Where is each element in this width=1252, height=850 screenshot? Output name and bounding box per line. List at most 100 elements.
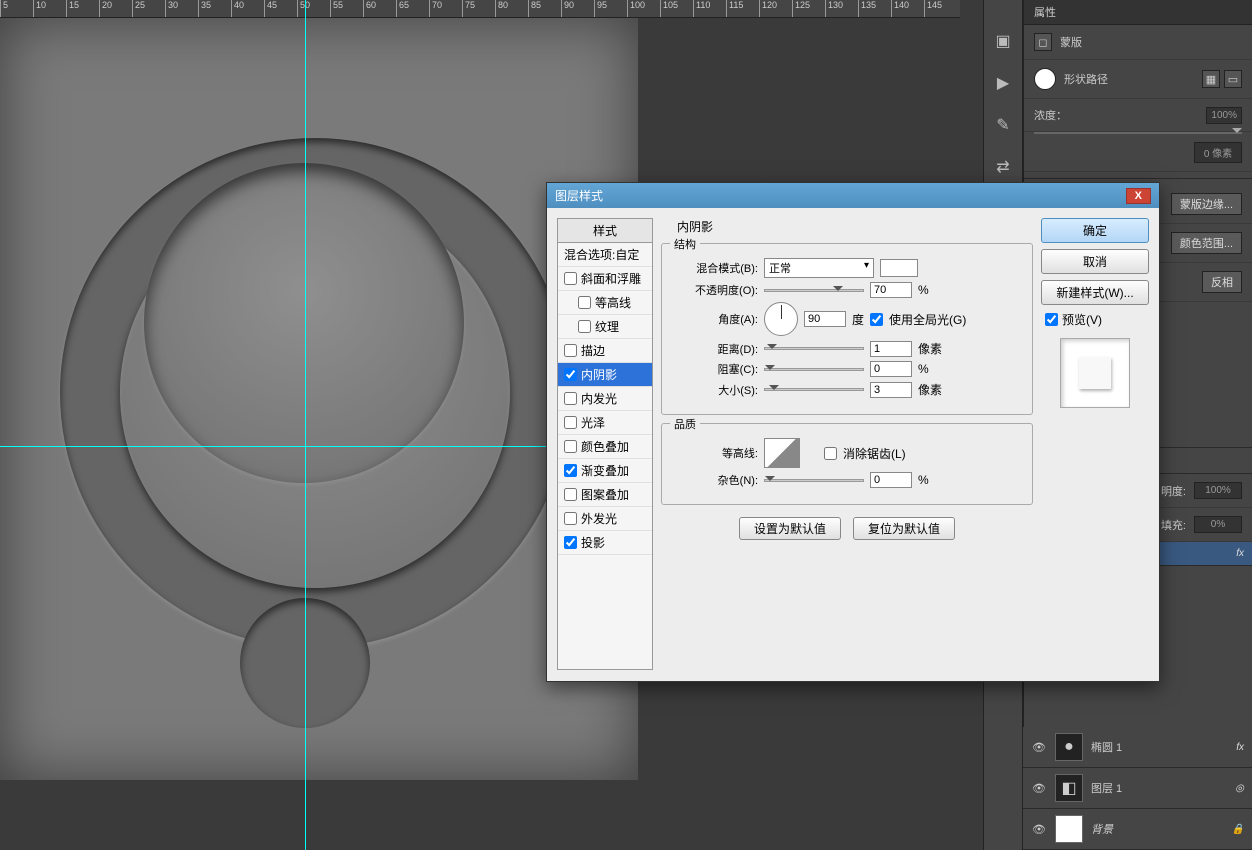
- density-label: 浓度：: [1034, 107, 1067, 123]
- noise-input[interactable]: [870, 472, 912, 488]
- size-slider[interactable]: [764, 388, 864, 391]
- dialog-title-text: 图层样式: [555, 187, 603, 204]
- styles-header[interactable]: 样式: [558, 219, 652, 243]
- density-row: 浓度： 100%: [1024, 99, 1252, 132]
- invert-button[interactable]: 反相: [1202, 271, 1242, 293]
- vector-mask-icon[interactable]: ▭: [1224, 70, 1242, 88]
- stroke-item[interactable]: 描边: [558, 339, 652, 363]
- properties-tab[interactable]: 属性: [1024, 0, 1252, 25]
- visibility-toggle-icon[interactable]: 👁: [1031, 741, 1047, 754]
- density-slider[interactable]: [1034, 132, 1242, 134]
- close-button[interactable]: X: [1126, 188, 1151, 204]
- layer-thumb-bg[interactable]: [1055, 815, 1083, 843]
- brush-icon[interactable]: ✎: [992, 114, 1014, 136]
- contour-item[interactable]: 等高线: [558, 291, 652, 315]
- fx-badge-ellipse[interactable]: fx: [1236, 742, 1244, 753]
- fx-badge[interactable]: fx: [1236, 548, 1244, 559]
- choke-input[interactable]: [870, 361, 912, 377]
- layer-thumb-layer1[interactable]: ◧: [1055, 774, 1083, 802]
- cancel-button[interactable]: 取消: [1041, 249, 1149, 274]
- shape-swatch-icon[interactable]: [1034, 68, 1056, 90]
- fill-label: 填充:: [1161, 517, 1186, 533]
- angle-dial[interactable]: [764, 302, 798, 336]
- play-icon[interactable]: ▶: [992, 72, 1014, 94]
- noise-slider[interactable]: [764, 479, 864, 482]
- distance-input[interactable]: [870, 341, 912, 357]
- canvas-area[interactable]: [0, 18, 638, 780]
- mask-icon[interactable]: ◻: [1034, 33, 1052, 51]
- pattern-overlay-item[interactable]: 图案叠加: [558, 483, 652, 507]
- ok-button[interactable]: 确定: [1041, 218, 1149, 243]
- ruler-tick: 120: [759, 0, 792, 17]
- contour-checkbox[interactable]: [578, 296, 591, 309]
- drop-shadow-checkbox[interactable]: [564, 536, 577, 549]
- new-style-button[interactable]: 新建样式(W)...: [1041, 280, 1149, 305]
- ruler-tick: 110: [693, 0, 726, 17]
- history-icon[interactable]: ▣: [992, 30, 1014, 52]
- pattern-overlay-checkbox[interactable]: [564, 488, 577, 501]
- satin-item[interactable]: 光泽: [558, 411, 652, 435]
- texture-item[interactable]: 纹理: [558, 315, 652, 339]
- ruler-tick: 60: [363, 0, 396, 17]
- blend-mode-select[interactable]: 正常: [764, 258, 874, 278]
- layer-thumb-ellipse[interactable]: ●: [1055, 733, 1083, 761]
- layer-fill-input[interactable]: 0%: [1194, 516, 1242, 533]
- color-overlay-checkbox[interactable]: [564, 440, 577, 453]
- shadow-color-chip[interactable]: [880, 259, 918, 277]
- layer-background[interactable]: 👁 背景 🔒: [1023, 809, 1252, 850]
- gradient-overlay-checkbox[interactable]: [564, 464, 577, 477]
- opacity-label: 不透明度(O):: [672, 282, 758, 298]
- satin-checkbox[interactable]: [564, 416, 577, 429]
- feather-input[interactable]: 0 像素: [1194, 142, 1242, 163]
- layer-opacity-input[interactable]: 100%: [1194, 482, 1242, 499]
- blend-mode-label: 混合模式(B):: [672, 260, 758, 276]
- layer-ellipse[interactable]: 👁 ● 椭圆 1 fx: [1023, 727, 1252, 768]
- gradient-overlay-item[interactable]: 渐变叠加: [558, 459, 652, 483]
- choke-slider[interactable]: [764, 368, 864, 371]
- set-default-button[interactable]: 设置为默认值: [739, 517, 841, 540]
- ruler-tick: 95: [594, 0, 627, 17]
- inner-shadow-item[interactable]: 内阴影: [558, 363, 652, 387]
- bevel-checkbox[interactable]: [564, 272, 577, 285]
- use-global-light-checkbox[interactable]: [870, 313, 883, 326]
- color-overlay-item[interactable]: 颜色叠加: [558, 435, 652, 459]
- texture-checkbox[interactable]: [578, 320, 591, 333]
- inner-glow-checkbox[interactable]: [564, 392, 577, 405]
- distance-slider[interactable]: [764, 347, 864, 350]
- mask-edge-button[interactable]: 蒙版边缘...: [1171, 193, 1242, 215]
- inner-shadow-checkbox[interactable]: [564, 368, 577, 381]
- quality-fieldset: 品质 等高线: 消除锯齿(L) 杂色(N): %: [661, 423, 1033, 505]
- opacity-input[interactable]: [870, 282, 912, 298]
- opacity-slider[interactable]: [764, 289, 864, 292]
- style-list: 样式 混合选项:自定 斜面和浮雕 等高线 纹理 描边 内阴影 内发光 光泽 颜色…: [557, 218, 653, 670]
- preview-checkbox[interactable]: [1045, 313, 1058, 326]
- size-input[interactable]: [870, 382, 912, 398]
- stroke-checkbox[interactable]: [564, 344, 577, 357]
- density-input[interactable]: 100%: [1206, 107, 1242, 124]
- contour-picker[interactable]: [764, 438, 800, 468]
- antialias-checkbox[interactable]: [824, 447, 837, 460]
- visibility-toggle-icon[interactable]: 👁: [1031, 823, 1047, 836]
- vertical-guide[interactable]: [305, 0, 306, 850]
- ruler-tick: 90: [561, 0, 594, 17]
- color-range-button[interactable]: 颜色范围...: [1171, 232, 1242, 254]
- drop-shadow-item[interactable]: 投影: [558, 531, 652, 555]
- ruler-tick: 65: [396, 0, 429, 17]
- section-title: 内阴影: [661, 218, 1033, 235]
- ruler-tick: 55: [330, 0, 363, 17]
- angle-label: 角度(A):: [672, 311, 758, 327]
- reset-default-button[interactable]: 复位为默认值: [853, 517, 955, 540]
- swap-icon[interactable]: ⇄: [992, 156, 1014, 178]
- visibility-toggle-icon[interactable]: 👁: [1031, 782, 1047, 795]
- blend-options-item[interactable]: 混合选项:自定: [558, 243, 652, 267]
- px-unit2: 像素: [918, 381, 942, 398]
- outer-glow-checkbox[interactable]: [564, 512, 577, 525]
- layer-layer1[interactable]: 👁 ◧ 图层 1 ◎: [1023, 768, 1252, 809]
- outer-glow-item[interactable]: 外发光: [558, 507, 652, 531]
- ruler-tick: 80: [495, 0, 528, 17]
- dialog-titlebar[interactable]: 图层样式 X: [547, 183, 1159, 208]
- pixel-mask-icon[interactable]: ▦: [1202, 70, 1220, 88]
- angle-input[interactable]: [804, 311, 846, 327]
- bevel-item[interactable]: 斜面和浮雕: [558, 267, 652, 291]
- inner-glow-item[interactable]: 内发光: [558, 387, 652, 411]
